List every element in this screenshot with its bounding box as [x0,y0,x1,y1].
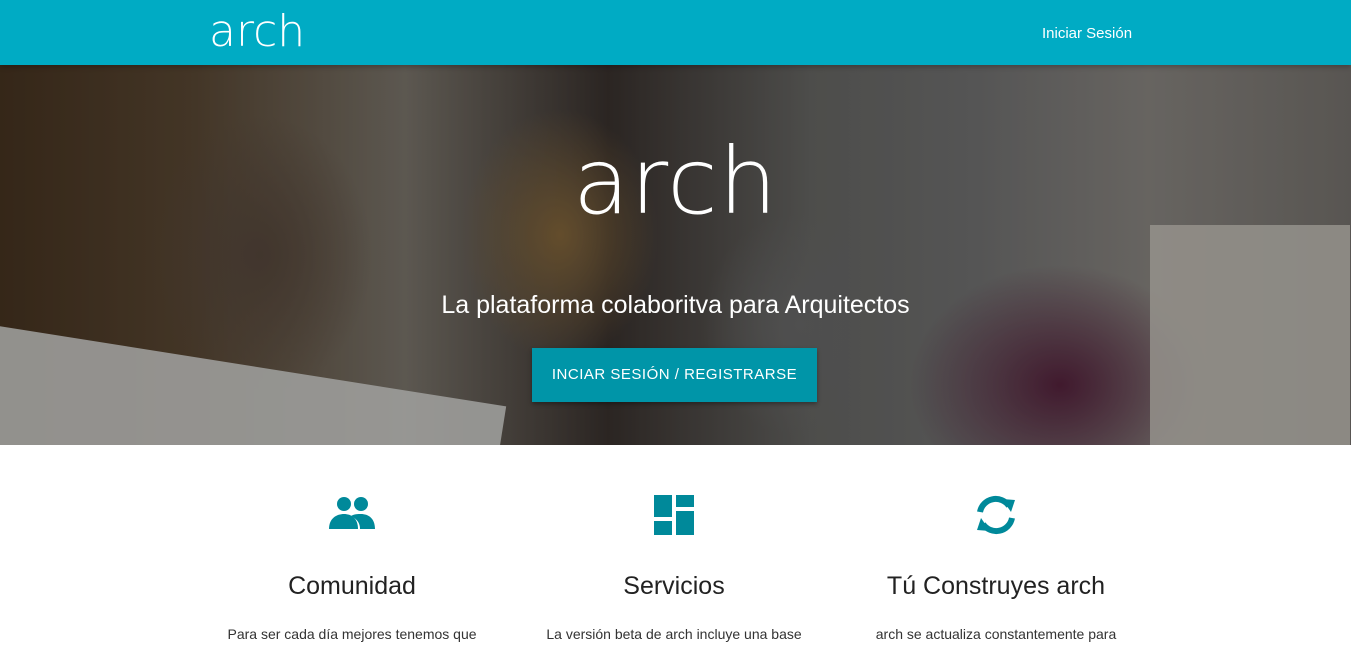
feature-title: Servicios [623,572,725,600]
feature-text: Para ser cada día mejores tenemos que [227,626,477,642]
sync-icon [971,493,1021,537]
hero-section: arch La plataforma colaboritva para Arqu… [0,65,1351,445]
hero-subtitle: La plataforma colaboritva para Arquitect… [441,291,910,319]
dashboard-icon [649,493,699,537]
login-link[interactable]: Iniciar Sesión [1042,24,1132,44]
hero-title: arch [572,128,779,235]
feature-title: Tú Construyes arch [886,572,1106,600]
people-icon [327,493,377,537]
feature-text: La versión beta de arch incluye una base [546,626,802,642]
brand-logo[interactable]: arch [209,6,305,58]
feature-text: arch se actualiza constantemente para [875,626,1117,642]
login-register-button[interactable]: INCIAR SESIÓN / REGISTRARSE [532,348,817,402]
top-navbar: arch Iniciar Sesión [0,0,1351,65]
feature-title: Comunidad [288,572,416,600]
